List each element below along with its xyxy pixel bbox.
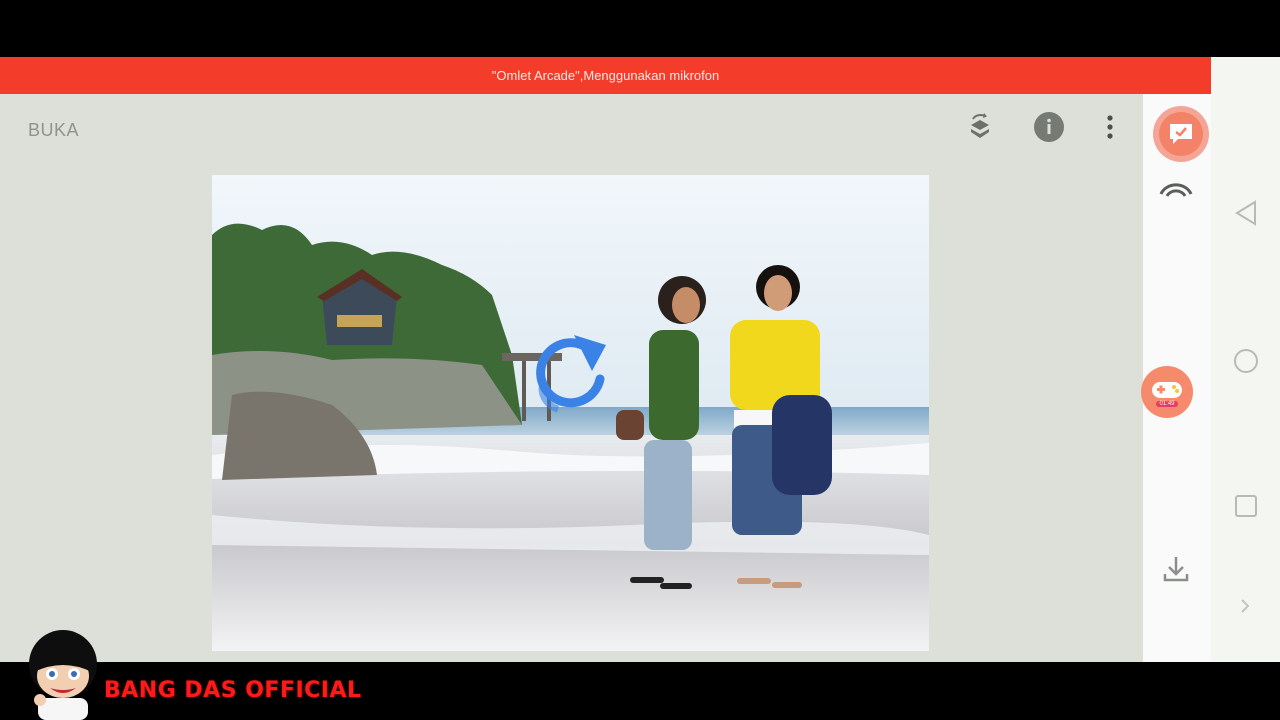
- microphone-usage-banner[interactable]: "Omlet Arcade",Menggunakan mikrofon: [0, 57, 1211, 94]
- more-vert-icon[interactable]: [1095, 112, 1125, 142]
- omlet-wifi-icon[interactable]: [1159, 178, 1193, 198]
- omlet-overlay-panel: 01:49: [1141, 94, 1211, 662]
- info-icon[interactable]: [1034, 112, 1064, 142]
- beach-photo[interactable]: [212, 175, 929, 651]
- gamepad-icon: [1152, 381, 1182, 398]
- recording-timer: 01:49: [1156, 400, 1178, 407]
- expand-chevron-icon[interactable]: [1238, 597, 1252, 615]
- layers-sync-icon[interactable]: [965, 112, 995, 142]
- photo-editor-app: BUKA: [0, 94, 1143, 662]
- chat-check-icon: [1170, 124, 1192, 144]
- system-navigation-bar: [1211, 57, 1280, 662]
- open-button[interactable]: BUKA: [28, 120, 79, 141]
- channel-name-watermark: BANG DAS OFFICIAL: [104, 678, 362, 703]
- recents-icon[interactable]: [1234, 494, 1258, 518]
- top-letterbox: [0, 0, 1280, 57]
- channel-avatar: [26, 628, 100, 720]
- omlet-chat-button[interactable]: [1153, 106, 1209, 162]
- home-icon[interactable]: [1232, 347, 1260, 375]
- omlet-game-record-button[interactable]: 01:49: [1141, 366, 1193, 418]
- omlet-download-icon[interactable]: [1161, 554, 1191, 584]
- back-icon[interactable]: [1233, 199, 1259, 227]
- mic-notice-text: "Omlet Arcade",Menggunakan mikrofon: [491, 68, 720, 83]
